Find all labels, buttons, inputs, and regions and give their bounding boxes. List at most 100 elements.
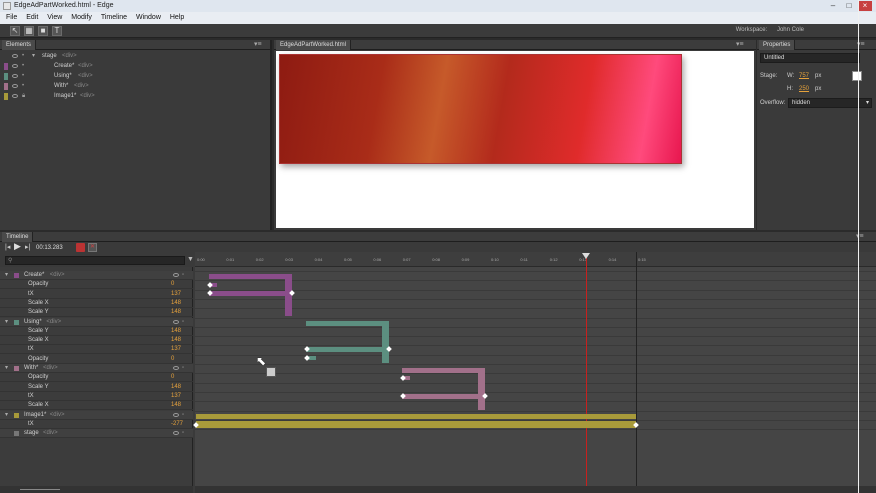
property-value[interactable]: 0 [171, 280, 174, 289]
timeline-element-row[interactable]: ▾ Create* <div> ▫ [0, 271, 193, 280]
timeline-element-row[interactable]: ▾ Image1* <div> ▫ [0, 410, 193, 420]
stage-color-swatch[interactable] [852, 71, 862, 81]
timeline-property-row[interactable]: Opacity 0 [0, 280, 193, 290]
eye-icon[interactable] [173, 412, 179, 417]
element-row-create[interactable]: • Create* <div> [0, 61, 272, 71]
timeline-ruler[interactable]: 0:00 0:01 0:02 0:03 0:04 0:05 0:06 0:07 0:08 0:09… [195, 252, 876, 267]
tab-properties[interactable]: Properties [759, 40, 796, 50]
menu-edit[interactable]: Edit [26, 14, 38, 21]
lock-icon[interactable]: • [22, 81, 24, 91]
property-value[interactable]: 0 [171, 355, 174, 364]
menu-modify[interactable]: Modify [71, 14, 92, 21]
timeline-element-row[interactable]: ▾ Using* <div> ▫ [0, 317, 193, 327]
minimize-icon[interactable]: – [826, 1, 840, 11]
eye-icon[interactable] [173, 366, 179, 370]
lock-icon[interactable]: ▫ [182, 364, 184, 373]
lock-icon[interactable]: ▫ [182, 271, 184, 280]
property-value[interactable]: -277 [171, 420, 183, 429]
tx-tween-bar[interactable] [306, 347, 389, 352]
zoom-slider-track[interactable] [20, 489, 60, 490]
eye-icon[interactable] [173, 273, 179, 277]
element-row-with[interactable]: • With* <div> [0, 81, 272, 91]
panel-menu-icon[interactable]: ▾≡ [254, 40, 262, 50]
element-row-stage[interactable]: • ▾ stage <div> [0, 51, 272, 61]
lock-icon[interactable]: • [22, 71, 24, 81]
height-value[interactable]: 250 [799, 86, 809, 92]
eye-icon[interactable] [173, 431, 179, 436]
expand-arrow-icon[interactable]: ▾ [5, 411, 8, 420]
using-element-bar[interactable] [306, 321, 389, 326]
property-value[interactable]: 148 [171, 383, 181, 392]
property-value[interactable]: 137 [171, 290, 181, 299]
overflow-select[interactable]: hidden ▾ [788, 98, 872, 108]
timeline-horizontal-scrollbar[interactable] [195, 486, 876, 493]
text-tool-icon[interactable]: T [52, 26, 62, 36]
transform-tool-icon[interactable]: ▦ [24, 26, 34, 36]
property-value[interactable]: 0 [171, 373, 174, 382]
tab-elements[interactable]: Elements [2, 40, 37, 50]
timeline-property-row[interactable]: Opacity 0 [0, 355, 193, 364]
timeline-property-row[interactable]: Scale X 148 [0, 336, 193, 346]
play-icon[interactable]: ▶ [14, 241, 21, 253]
banner-image[interactable] [279, 54, 682, 164]
tx-tween-bar[interactable] [196, 421, 636, 428]
timeline-element-row[interactable]: ▾ With* <div> ▫ [0, 364, 193, 373]
selection-tool-icon[interactable]: ↖ [10, 26, 20, 36]
eye-icon[interactable] [12, 64, 18, 68]
lock-icon[interactable]: • [22, 51, 24, 61]
maximize-icon[interactable]: □ [842, 1, 856, 11]
scale-tween-bar[interactable] [285, 276, 292, 316]
playhead[interactable] [586, 258, 587, 493]
menu-window[interactable]: Window [136, 14, 161, 21]
timeline-property-row[interactable]: tX 137 [0, 290, 193, 299]
rectangle-tool-icon[interactable]: ■ [38, 26, 48, 36]
height-unit[interactable]: px [815, 86, 821, 92]
property-value[interactable]: 137 [171, 345, 181, 354]
image1-element-bar[interactable] [196, 414, 636, 419]
property-value[interactable]: 148 [171, 327, 181, 336]
with-element-bar[interactable] [402, 368, 485, 373]
lock-icon[interactable]: ▫ [182, 411, 184, 420]
width-unit[interactable]: px [815, 73, 821, 79]
element-name-field[interactable]: Untitled [760, 53, 860, 63]
filter-icon[interactable]: ▼ [187, 256, 194, 263]
timeline-property-row[interactable]: tX -277 [0, 420, 193, 429]
menu-timeline[interactable]: Timeline [101, 14, 127, 21]
timeline-property-row[interactable]: Scale Y 148 [0, 308, 193, 318]
expand-arrow-icon[interactable]: ▾ [5, 318, 8, 327]
timeline-property-row[interactable]: tX 137 [0, 392, 193, 401]
timeline-property-row[interactable]: tX 137 [0, 345, 193, 355]
expand-arrow-icon[interactable]: ▾ [5, 271, 8, 280]
width-value[interactable]: 757 [799, 73, 809, 79]
go-to-end-icon[interactable]: ▸| [25, 243, 30, 255]
property-value[interactable]: 148 [171, 308, 181, 317]
workspace-selector[interactable]: Workspace: John Cole [736, 27, 804, 33]
menu-file[interactable]: File [6, 14, 17, 21]
lock-icon[interactable]: • [22, 61, 24, 71]
eye-icon[interactable] [12, 74, 18, 78]
create-element-bar[interactable] [209, 274, 292, 279]
eye-icon[interactable] [173, 319, 179, 324]
toggle-pin-icon[interactable]: ✕ [88, 243, 97, 252]
timeline-property-row[interactable]: Scale Y 148 [0, 327, 193, 336]
zoom-slider[interactable] [0, 486, 193, 493]
close-icon[interactable]: × [858, 1, 872, 11]
property-value[interactable]: 137 [171, 392, 181, 401]
property-value[interactable]: 148 [171, 336, 181, 345]
eye-icon[interactable] [12, 84, 18, 88]
timeline-grid[interactable] [195, 252, 876, 493]
panel-menu-icon[interactable]: ▾≡ [736, 40, 744, 50]
timeline-property-row[interactable]: Scale X 148 [0, 401, 193, 411]
timeline-property-row[interactable]: Scale X 148 [0, 299, 193, 308]
element-row-using[interactable]: • Using* <div> [0, 71, 272, 81]
lock-icon[interactable]: ▫ [182, 318, 184, 327]
eye-icon[interactable] [12, 54, 18, 58]
scale-tween-bar[interactable] [382, 323, 389, 363]
go-to-start-icon[interactable]: |◂ [5, 243, 10, 255]
eye-icon[interactable] [12, 94, 18, 98]
timeline-search-input[interactable]: ⚲ [5, 256, 185, 265]
property-value[interactable]: 148 [171, 401, 181, 410]
lock-icon[interactable]: ▫ [182, 429, 184, 438]
expand-arrow-icon[interactable]: ▾ [32, 51, 35, 61]
element-row-image1[interactable]: 🔒︎ Image1* <div> [0, 91, 272, 101]
